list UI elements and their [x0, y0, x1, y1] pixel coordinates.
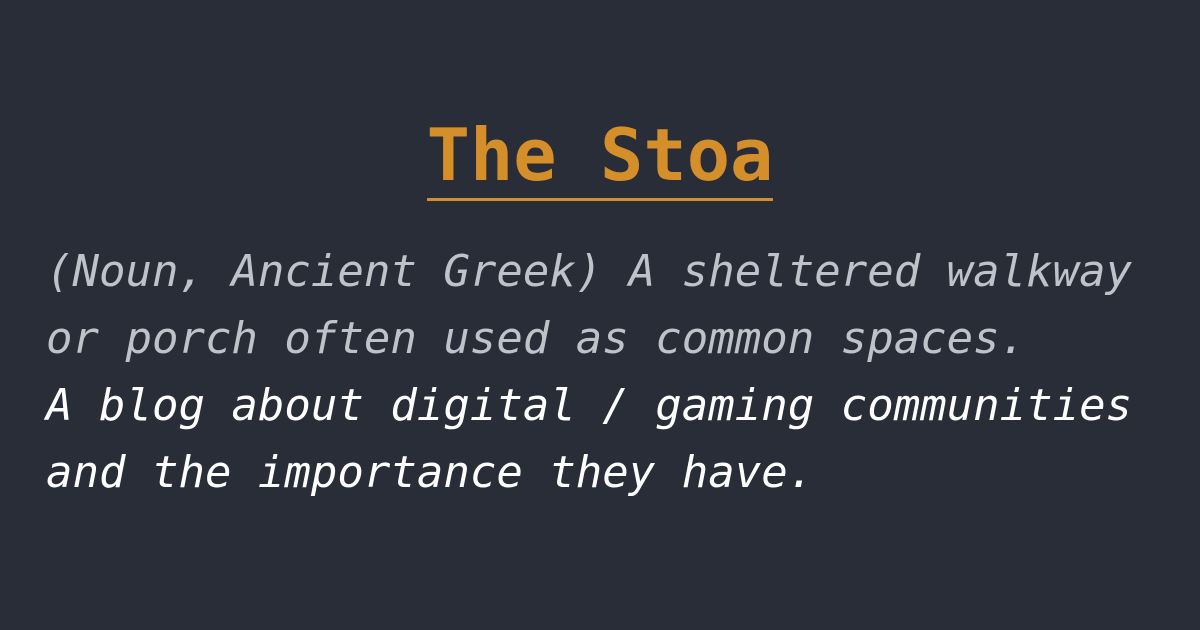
tagline-line-1: A blog about digital / gaming communitie… [46, 380, 1133, 431]
site-description: (Noun, Ancient Greek) A sheltered walkwa… [46, 238, 1166, 506]
definition-line-2: or porch often used as common spaces. [46, 313, 1027, 364]
tagline-line-2: and the importance they have. [46, 447, 815, 498]
definition-line-1: (Noun, Ancient Greek) A sheltered walkwa… [46, 246, 1133, 297]
site-title: The Stoa [0, 110, 1200, 201]
social-card: The Stoa (Noun, Ancient Greek) A shelter… [0, 0, 1200, 630]
site-title-link[interactable]: The Stoa [426, 113, 774, 201]
